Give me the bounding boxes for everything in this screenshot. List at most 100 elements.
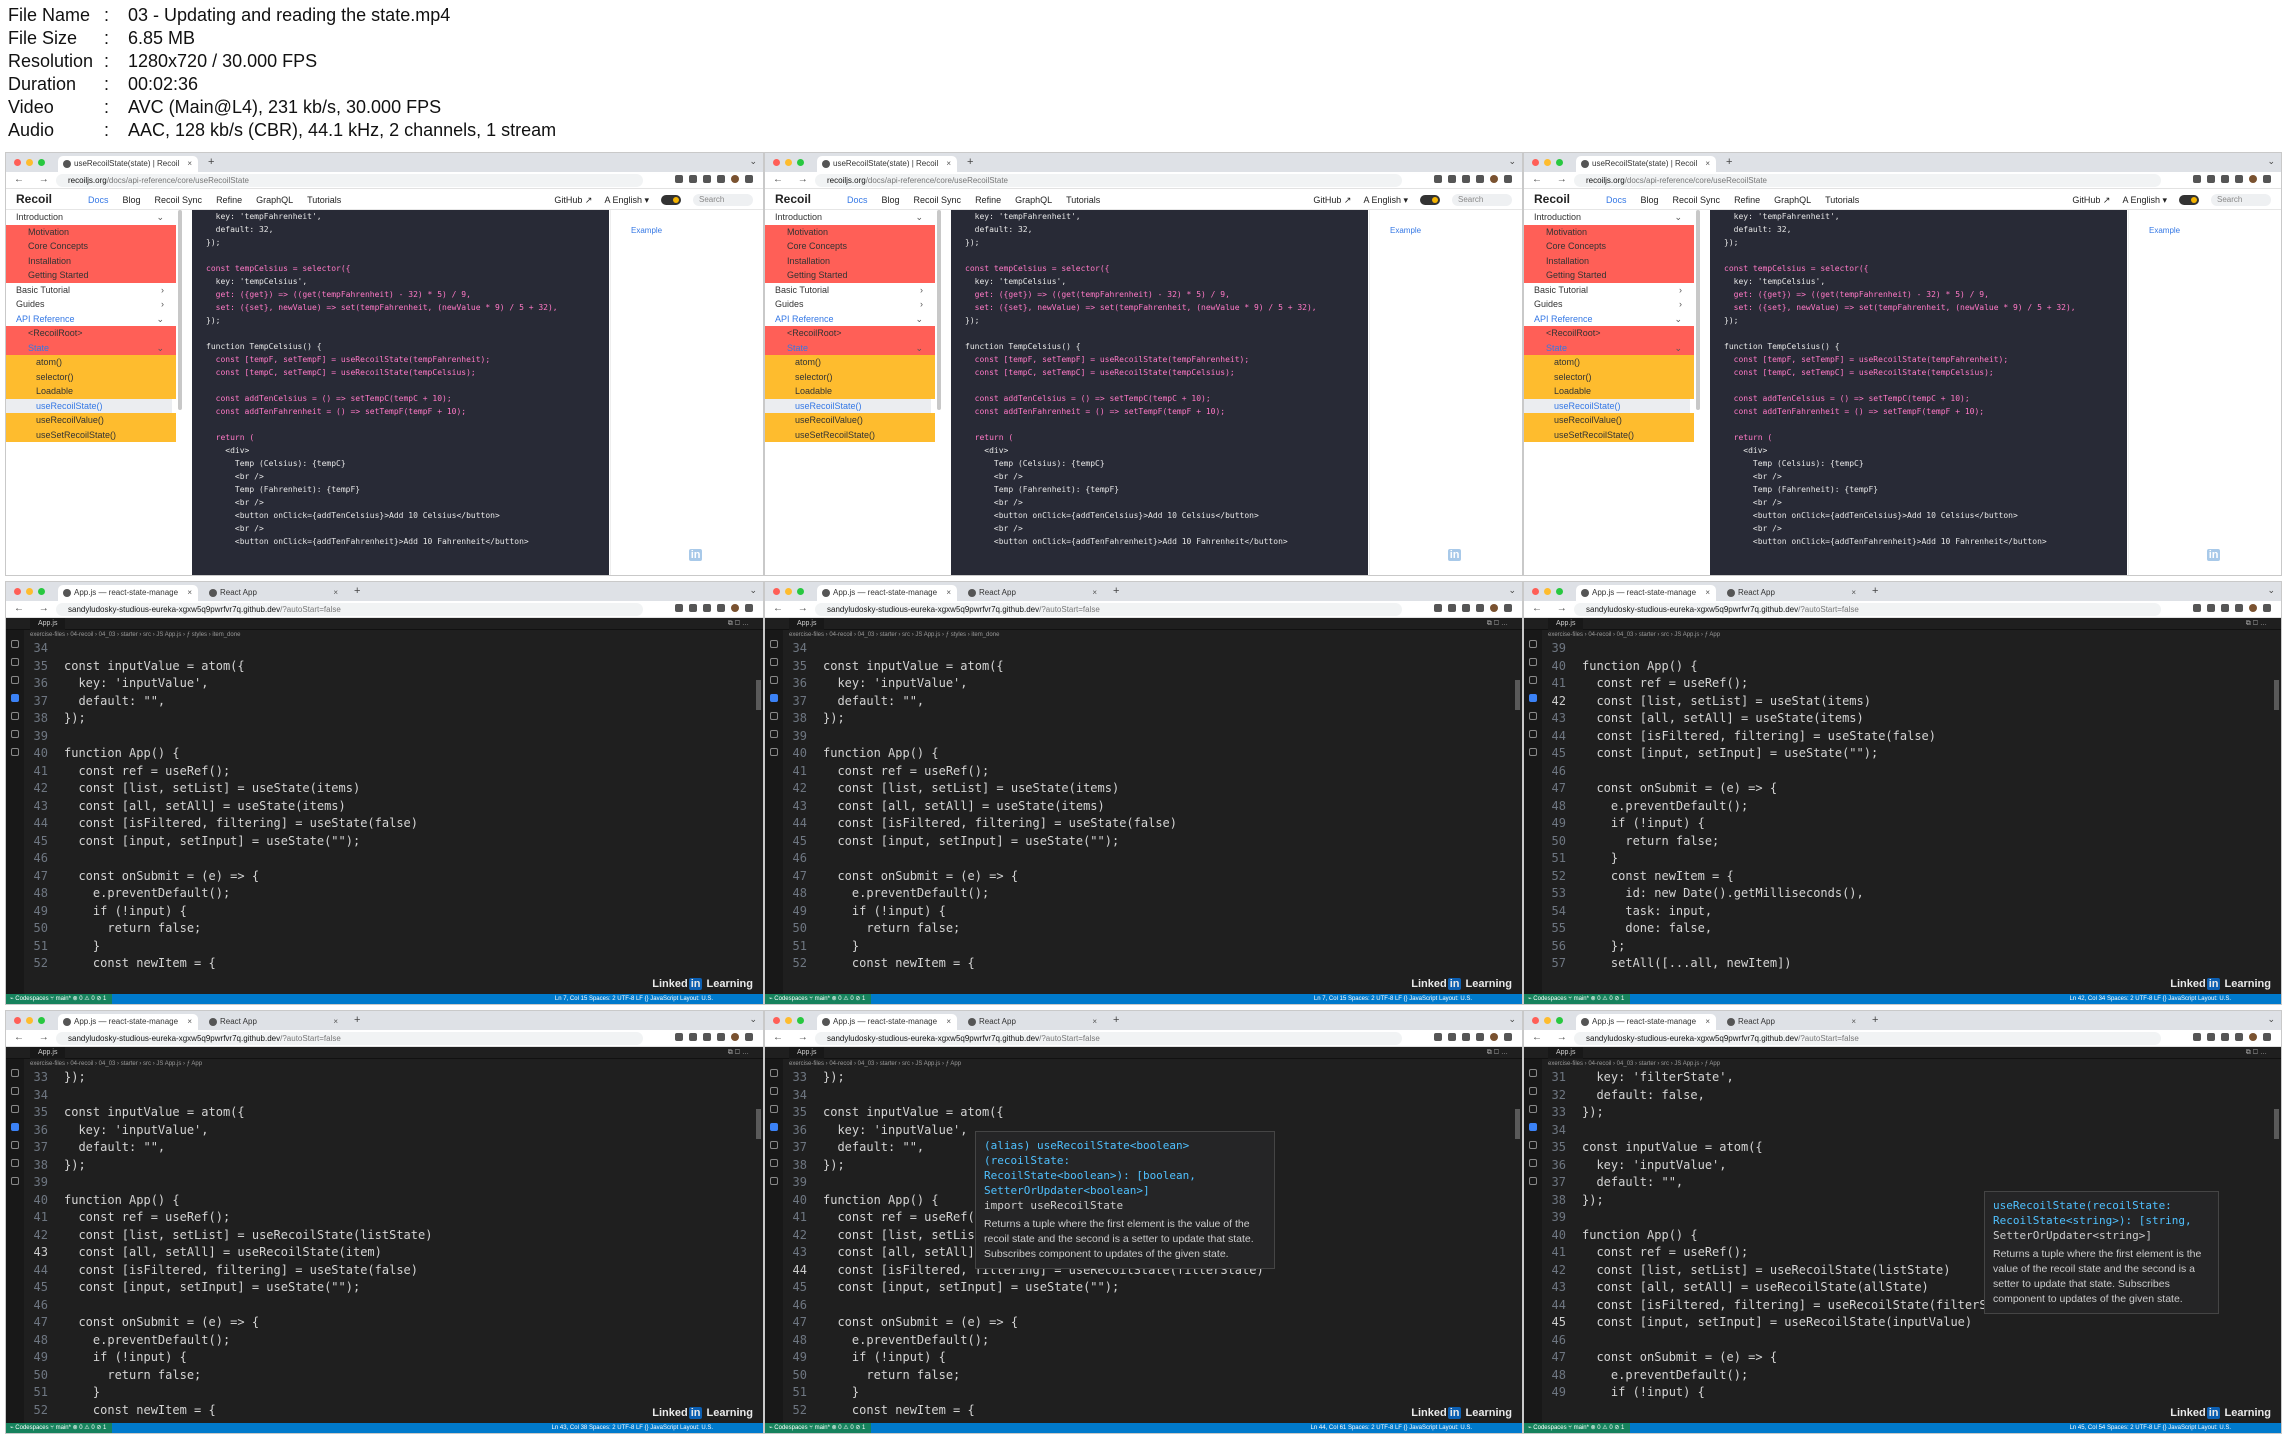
- browser-tab[interactable]: useRecoilState(state) | Recoil ×: [817, 156, 957, 172]
- zoom-window-icon[interactable]: [1556, 588, 1563, 595]
- sidepanel-icon[interactable]: [1476, 604, 1484, 612]
- tab-list-icon[interactable]: ⌄: [2267, 585, 2275, 596]
- nav-link[interactable]: A English ▾: [1363, 195, 1408, 206]
- zoom-window-icon[interactable]: [38, 588, 45, 595]
- github-icon[interactable]: [770, 1177, 778, 1185]
- sidebar-item[interactable]: Basic Tutorial ›: [6, 283, 176, 298]
- chevron-down-icon[interactable]: ⌄: [156, 210, 164, 225]
- sidebar-item[interactable]: API Reference ⌄: [1524, 312, 1694, 327]
- zoom-window-icon[interactable]: [797, 588, 804, 595]
- tab-close-icon[interactable]: ×: [187, 1014, 192, 1030]
- sidebar-item[interactable]: Loadable: [6, 384, 176, 399]
- address-bar[interactable]: sandyludosky-studious-eureka-xgxw5q9pwrf…: [1574, 603, 2161, 616]
- browser-tab[interactable]: useRecoilState(state) | Recoil ×: [1576, 156, 1716, 172]
- sidebar-scrollbar[interactable]: [1696, 210, 1700, 410]
- nav-link[interactable]: GraphQL: [256, 195, 293, 205]
- nav-link[interactable]: Recoil Sync: [914, 195, 962, 205]
- profile-avatar[interactable]: [2249, 175, 2257, 183]
- nav-link[interactable]: Docs: [847, 195, 868, 205]
- code-editor[interactable]: 34 35 const inputValue = atom({36 key: 'in…: [783, 640, 1522, 996]
- menu-kebab-icon[interactable]: [745, 1033, 753, 1041]
- tab-close-icon[interactable]: ×: [1705, 156, 1710, 172]
- nav-link[interactable]: Recoil Sync: [1673, 195, 1721, 205]
- github-icon[interactable]: [1529, 748, 1537, 756]
- sidebar-item[interactable]: useSetRecoilState(): [6, 427, 176, 442]
- bookmark-icon[interactable]: [1434, 175, 1442, 183]
- chevron-right-icon[interactable]: ›: [920, 297, 923, 312]
- sidebar-item[interactable]: Getting Started: [1524, 268, 1694, 283]
- minimize-window-icon[interactable]: [26, 159, 33, 166]
- minimize-window-icon[interactable]: [1544, 1017, 1551, 1024]
- sidebar-item[interactable]: Getting Started: [6, 268, 176, 283]
- extension-icon[interactable]: [2207, 1033, 2215, 1041]
- recoil-logo[interactable]: Recoil: [16, 192, 52, 206]
- new-tab-icon[interactable]: +: [1872, 1014, 1878, 1026]
- editor-tab-appjs[interactable]: App.js: [1548, 1047, 1584, 1059]
- nav-link[interactable]: GitHub ↗: [2072, 195, 2110, 206]
- search-icon[interactable]: [1529, 1087, 1537, 1095]
- explorer-icon[interactable]: [770, 1069, 778, 1077]
- sidebar-item[interactable]: atom(): [6, 355, 176, 370]
- search-icon[interactable]: [770, 1087, 778, 1095]
- chevron-down-icon[interactable]: ⌄: [915, 210, 923, 225]
- browser-tab[interactable]: useRecoilState(state) | Recoil ×: [58, 156, 198, 172]
- extension-icon[interactable]: [1448, 1033, 1456, 1041]
- sidebar-item[interactable]: Introduction ⌄: [765, 210, 935, 225]
- address-bar[interactable]: recoiljs.org/docs/api-reference/core/use…: [1574, 174, 2161, 187]
- chevron-right-icon[interactable]: ›: [161, 283, 164, 298]
- chevron-down-icon[interactable]: ⌄: [1674, 341, 1682, 356]
- tab-close-icon[interactable]: ×: [946, 156, 951, 172]
- sidebar-item[interactable]: Motivation: [765, 224, 935, 239]
- extensions-icon[interactable]: [1529, 1141, 1537, 1149]
- source-control-icon[interactable]: [1529, 676, 1537, 684]
- breadcrumb[interactable]: exercise-files › 04-recoil › 04_03 › sta…: [1524, 630, 2281, 640]
- close-window-icon[interactable]: [1532, 1017, 1539, 1024]
- editor-scrollbar[interactable]: [756, 680, 761, 710]
- editor-scrollbar[interactable]: [1515, 1109, 1520, 1139]
- extensions-icon[interactable]: [11, 1141, 19, 1149]
- code-editor[interactable]: 34 35 const inputValue = atom({36 key: 'in…: [24, 640, 763, 996]
- bookmark-icon[interactable]: [1434, 604, 1442, 612]
- editor-tab-appjs[interactable]: App.js: [30, 618, 66, 630]
- source-control-icon[interactable]: [770, 1105, 778, 1113]
- search-icon[interactable]: [770, 658, 778, 666]
- browser-tab[interactable]: React App ×: [963, 585, 1103, 601]
- breadcrumb[interactable]: exercise-files › 04-recoil › 04_03 › sta…: [765, 1059, 1522, 1069]
- explorer-icon[interactable]: [1529, 1069, 1537, 1077]
- nav-link[interactable]: Docs: [88, 195, 109, 205]
- sidebar-scrollbar[interactable]: [937, 210, 941, 410]
- profile-avatar[interactable]: [1490, 1033, 1498, 1041]
- browser-tab[interactable]: React App ×: [1722, 585, 1862, 601]
- sidepanel-icon[interactable]: [717, 175, 725, 183]
- bookmark-icon[interactable]: [2193, 1033, 2201, 1041]
- sidebar-scrollbar[interactable]: [178, 210, 182, 410]
- sidebar-item[interactable]: useRecoilValue(): [1524, 413, 1694, 428]
- puzzle-icon[interactable]: [1462, 604, 1470, 612]
- chevron-right-icon[interactable]: ›: [920, 283, 923, 298]
- bookmark-icon[interactable]: [675, 604, 683, 612]
- extensions-icon[interactable]: [770, 1141, 778, 1149]
- profile-avatar[interactable]: [1490, 604, 1498, 612]
- editor-actions[interactable]: ⧉ ▢ …: [728, 1047, 749, 1059]
- sidebar-item[interactable]: State ⌄: [6, 340, 176, 355]
- address-bar[interactable]: sandyludosky-studious-eureka-xgxw5q9pwrf…: [56, 1032, 643, 1045]
- extensions-icon[interactable]: [1529, 712, 1537, 720]
- nav-link[interactable]: Blog: [123, 195, 141, 205]
- nav-link[interactable]: Recoil Sync: [155, 195, 203, 205]
- browser-tab[interactable]: React App ×: [204, 1014, 344, 1030]
- tab-close-icon[interactable]: ×: [187, 585, 192, 601]
- new-tab-icon[interactable]: +: [1872, 585, 1878, 597]
- sidebar-item[interactable]: Getting Started: [765, 268, 935, 283]
- close-window-icon[interactable]: [773, 588, 780, 595]
- editor-scrollbar[interactable]: [1515, 680, 1520, 710]
- puzzle-icon[interactable]: [2221, 1033, 2229, 1041]
- browser-tab[interactable]: App.js — react-state-manage ×: [817, 1014, 957, 1030]
- source-control-icon[interactable]: [1529, 1105, 1537, 1113]
- sidebar-item[interactable]: useRecoilState(): [765, 398, 931, 413]
- nav-link[interactable]: Refine: [1734, 195, 1760, 205]
- sidepanel-icon[interactable]: [717, 1033, 725, 1041]
- new-tab-icon[interactable]: +: [1113, 1014, 1119, 1026]
- nav-link[interactable]: GitHub ↗: [1313, 195, 1351, 206]
- source-control-icon[interactable]: [770, 676, 778, 684]
- sidebar-item[interactable]: atom(): [1524, 355, 1694, 370]
